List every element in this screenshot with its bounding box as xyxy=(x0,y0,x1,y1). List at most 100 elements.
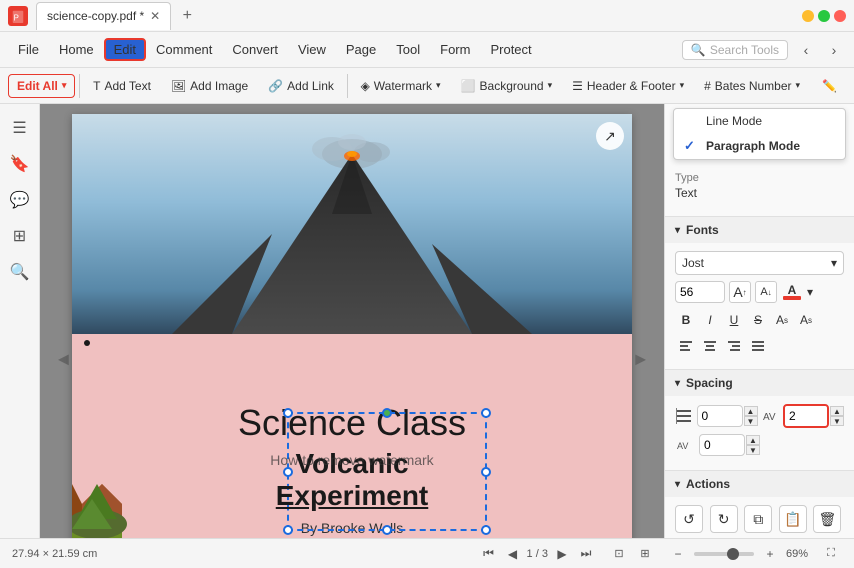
font-size-input[interactable] xyxy=(675,281,725,303)
word-spacing-up[interactable]: ▲ xyxy=(746,435,760,445)
page-icon-button[interactable]: ↗ xyxy=(596,122,624,150)
new-tab-button[interactable]: + xyxy=(175,4,199,28)
app-logo: P xyxy=(8,6,28,26)
add-text-icon: T xyxy=(93,79,100,93)
document-tab[interactable]: science-copy.pdf * ✕ xyxy=(36,2,171,30)
paragraph-mode-option[interactable]: ✓ Paragraph Mode xyxy=(674,133,845,159)
line-mode-option[interactable]: Line Mode xyxy=(674,109,845,133)
last-page-button[interactable]: ⏭ xyxy=(576,544,596,564)
close-button[interactable] xyxy=(834,10,846,22)
action-redo-button[interactable]: ↻ xyxy=(710,505,738,533)
word-spacing-spinner[interactable]: ▲ ▼ xyxy=(699,434,760,456)
next-page-arrow[interactable]: ▶ xyxy=(635,351,646,368)
action-delete-button[interactable]: 🗑 xyxy=(813,505,841,533)
align-left-button[interactable] xyxy=(675,335,697,357)
next-page-button[interactable]: ▶ xyxy=(552,544,572,564)
search-tools-input[interactable]: 🔍 Search Tools xyxy=(682,40,788,60)
underline-button[interactable]: U xyxy=(723,309,745,331)
line-spacing-icon xyxy=(675,406,693,426)
maximize-button[interactable] xyxy=(818,10,830,22)
left-sidebar: ☰ 🔖 💬 ⊞ 🔍 xyxy=(0,104,40,538)
zoom-slider[interactable] xyxy=(694,552,754,556)
edit-all-button[interactable]: Edit All ▾ xyxy=(8,74,75,98)
char-spacing-input[interactable] xyxy=(783,404,829,428)
bullet-mark xyxy=(84,340,90,346)
paragraph-mode-label: Paragraph Mode xyxy=(706,139,800,153)
toolbar-separator-1 xyxy=(79,74,80,98)
menu-tool[interactable]: Tool xyxy=(386,38,430,61)
menu-comment[interactable]: Comment xyxy=(146,38,222,61)
back-button[interactable]: ‹ xyxy=(794,38,818,62)
header-footer-button[interactable]: ☰ Header & Footer ▾ xyxy=(563,74,693,98)
actions-header[interactable]: ▾ Actions xyxy=(665,471,854,497)
search-icon: 🔍 xyxy=(691,43,706,57)
tab-close-button[interactable]: ✕ xyxy=(150,9,160,23)
background-button[interactable]: ⬜ Background ▾ xyxy=(452,74,562,98)
main-area: ☰ 🔖 💬 ⊞ 🔍 ◀ xyxy=(0,104,854,538)
font-family-value: Jost xyxy=(682,256,704,270)
menu-form[interactable]: Form xyxy=(430,38,480,61)
fonts-header[interactable]: ▾ Fonts xyxy=(665,217,854,243)
word-spacing-down[interactable]: ▼ xyxy=(746,445,760,455)
char-spacing-up[interactable]: ▲ xyxy=(830,406,844,416)
action-paste-button[interactable]: 📋 xyxy=(779,505,807,533)
sidebar-search-icon[interactable]: 🔍 xyxy=(4,256,36,288)
menu-protect[interactable]: Protect xyxy=(480,38,541,61)
sidebar-comments-icon[interactable]: 💬 xyxy=(4,184,36,216)
add-image-button[interactable]: 🖼 Add Image xyxy=(162,74,257,98)
italic-button[interactable]: I xyxy=(699,309,721,331)
text-selection-box[interactable]: Science Class Volcanic Experiment How to… xyxy=(187,402,517,536)
font-increase-button[interactable]: A↑ xyxy=(729,281,751,303)
word-spacing-input[interactable] xyxy=(699,434,745,456)
first-page-button[interactable]: ⏮ xyxy=(479,544,499,564)
line-spacing-spinner[interactable]: ▲ ▼ xyxy=(697,405,758,427)
volcano-svg xyxy=(72,114,632,334)
font-size-row: A↑ A↓ A ▾ xyxy=(675,281,844,303)
menu-page[interactable]: Page xyxy=(336,38,386,61)
line-spacing-up[interactable]: ▲ xyxy=(744,406,758,416)
fullscreen-button[interactable]: ⛶ xyxy=(820,543,842,565)
prev-page-arrow[interactable]: ◀ xyxy=(58,351,69,368)
pen-tool-button[interactable]: ✏️ xyxy=(813,74,846,98)
sidebar-bookmarks-icon[interactable]: 🔖 xyxy=(4,148,36,180)
font-color-button[interactable]: A xyxy=(781,281,803,303)
bold-button[interactable]: B xyxy=(675,309,697,331)
menu-file[interactable]: File xyxy=(8,38,49,61)
char-spacing-down[interactable]: ▼ xyxy=(830,416,844,426)
action-copy-button[interactable]: ⧉ xyxy=(744,505,772,533)
align-right-button[interactable] xyxy=(723,335,745,357)
fit-width-button[interactable]: ⊡ xyxy=(608,543,630,565)
zoom-slider-handle[interactable] xyxy=(727,548,739,560)
minimize-button[interactable] xyxy=(802,10,814,22)
add-link-button[interactable]: 🔗 Add Link xyxy=(259,74,343,98)
menu-convert[interactable]: Convert xyxy=(222,38,288,61)
line-spacing-down[interactable]: ▼ xyxy=(744,416,758,426)
search-tools-placeholder: Search Tools xyxy=(710,43,779,57)
subscript-button[interactable]: As xyxy=(795,309,817,331)
sidebar-thumbnails-icon[interactable]: ⊞ xyxy=(4,220,36,252)
action-undo-button[interactable]: ↺ xyxy=(675,505,703,533)
fit-page-button[interactable]: ⊞ xyxy=(634,543,656,565)
strikethrough-button[interactable]: S xyxy=(747,309,769,331)
zoom-in-button[interactable]: + xyxy=(760,544,780,564)
char-spacing-spinner[interactable]: ▲ ▼ xyxy=(783,404,844,428)
add-text-button[interactable]: T Add Text xyxy=(84,74,160,98)
zoom-control: − + 69% xyxy=(668,544,808,564)
current-page-display: 1 / 3 xyxy=(527,548,548,560)
menu-home[interactable]: Home xyxy=(49,38,104,61)
zoom-out-button[interactable]: − xyxy=(668,544,688,564)
menu-view[interactable]: View xyxy=(288,38,336,61)
font-decrease-button[interactable]: A↓ xyxy=(755,281,777,303)
align-center-button[interactable] xyxy=(699,335,721,357)
font-family-select[interactable]: Jost ▾ xyxy=(675,251,844,275)
forward-button[interactable]: › xyxy=(822,38,846,62)
align-justify-button[interactable] xyxy=(747,335,769,357)
spacing-header[interactable]: ▾ Spacing xyxy=(665,370,854,396)
menu-edit[interactable]: Edit xyxy=(104,38,146,61)
line-spacing-input[interactable] xyxy=(697,405,743,427)
sidebar-pages-icon[interactable]: ☰ xyxy=(4,112,36,144)
watermark-button[interactable]: ◈ Watermark ▾ xyxy=(352,74,450,98)
prev-page-button[interactable]: ◀ xyxy=(503,544,523,564)
superscript-button[interactable]: As xyxy=(771,309,793,331)
bates-number-button[interactable]: # Bates Number ▾ xyxy=(695,74,809,98)
